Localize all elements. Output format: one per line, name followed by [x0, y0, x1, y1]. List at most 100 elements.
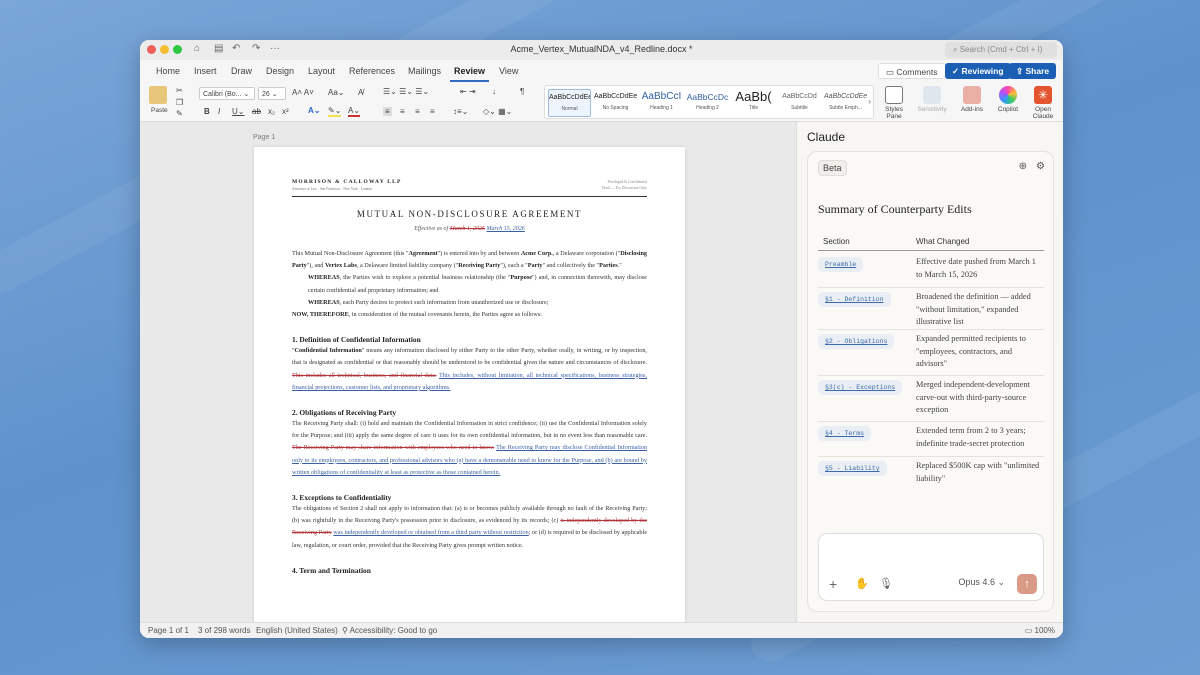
sensitivity-button[interactable]: Sensitivity [915, 86, 949, 113]
page-count[interactable]: Page 1 of 1 [148, 626, 189, 636]
style-title[interactable]: AaBb(Title [732, 89, 775, 117]
document-page[interactable]: MORRISON & CALLOWAY LLP Attorneys at Law… [254, 147, 685, 622]
bold-button[interactable]: B [204, 107, 210, 116]
line-spacing-icon[interactable]: ↕≡⌄ [453, 107, 468, 116]
send-button[interactable]: ↑ [1017, 574, 1037, 594]
zoom-value: 100% [1034, 626, 1055, 635]
tab-home[interactable]: Home [156, 66, 180, 76]
tab-layout[interactable]: Layout [308, 66, 335, 76]
bold-text: Vertex Labs [324, 262, 357, 270]
battery-icon: ▭ [1024, 626, 1035, 635]
paragraph: WHEREAS, each Party desires to protect s… [292, 297, 647, 309]
grow-font-icon[interactable]: A˄ A˅ [292, 88, 314, 97]
style-name: Subtle Emph... [829, 105, 862, 111]
section-link[interactable]: §5 - Liability [818, 461, 887, 476]
style-normal[interactable]: AaBbCcDdEe Normal [548, 89, 591, 117]
italic-button[interactable]: I [218, 107, 220, 116]
tab-review[interactable]: Review [449, 66, 490, 82]
document-area[interactable]: Page 1 MORRISON & CALLOWAY LLP Attorneys… [140, 122, 796, 622]
text-run: " and collectively the " [542, 262, 600, 270]
tab-mailings[interactable]: Mailings [408, 66, 441, 76]
superscript-button[interactable]: x² [282, 107, 289, 116]
microphone-icon[interactable]: 🎙 [879, 577, 893, 590]
align-left-icon[interactable]: ≡ [383, 107, 392, 116]
style-no-spacing[interactable]: AaBbCcDdEe No Spacing [594, 89, 637, 117]
style-subtle-emphasis[interactable]: AaBbCcDdEe Subtle Emph... [824, 89, 867, 117]
tab-design[interactable]: Design [266, 66, 294, 76]
word-window: ⌂ ▤ ↶ ↷ ··· Acme_Vertex_MutualNDA_v4_Red… [140, 40, 1063, 638]
accessibility-status[interactable]: ⚲ Accessibility: Good to go [342, 626, 437, 636]
bold-text: Acme Corp. [520, 250, 553, 257]
deleted-text: This includes all technical, business, a… [292, 371, 437, 379]
sort-icon[interactable]: ↓ [492, 87, 496, 96]
font-select[interactable]: Calibri (Bo... ⌄ [199, 87, 255, 100]
tab-references[interactable]: References [349, 66, 395, 76]
styles-pane-button[interactable]: Styles Pane [877, 86, 911, 120]
zoom-level[interactable]: ▭ 100% [1025, 626, 1055, 636]
paste-icon[interactable] [149, 86, 167, 104]
pilcrow-icon[interactable]: ¶ [520, 87, 524, 96]
copy-icon[interactable]: ❐ [176, 98, 183, 107]
header-divider [818, 250, 1044, 251]
paste-label[interactable]: Paste [151, 107, 168, 114]
font-size-select[interactable]: 26 ⌄ [258, 87, 286, 100]
language[interactable]: English (United States) [256, 626, 338, 636]
section-link[interactable]: §4 - Terms [818, 426, 872, 441]
share-button[interactable]: ⇪ Share [1009, 63, 1057, 79]
section-link[interactable]: §2 - Obligations [818, 334, 895, 349]
font-color-icon[interactable]: A⌄ [348, 106, 361, 117]
subscript-button[interactable]: x₂ [268, 107, 275, 116]
paragraph: The Receiving Party shall: (i) hold and … [292, 418, 647, 479]
section-link[interactable]: §3(c) - Exceptions [818, 380, 903, 395]
section-link[interactable]: §1 - Definition [818, 292, 891, 307]
style-heading-2[interactable]: AaBbCcDc Heading 2 [686, 89, 729, 117]
plus-icon[interactable]: + [829, 576, 837, 592]
text-run: The Receiving Party shall: (i) hold and … [292, 420, 647, 440]
align-center-icon[interactable]: ≡ [400, 107, 405, 116]
bullets-icon[interactable]: ☰⌄ ☰⌄ ☰⌄ [383, 87, 429, 96]
draft-note: Draft — For Discussion Only [601, 186, 647, 190]
strikethrough-button[interactable]: ab [252, 107, 261, 116]
reviewing-button[interactable]: ✓ Reviewing [945, 63, 1011, 79]
new-chat-icon[interactable]: ⊕ [1019, 161, 1027, 172]
cut-icon[interactable]: ✂ [176, 86, 183, 95]
text-run: 1. Definition of Confidential Informatio… [292, 335, 421, 345]
highlight-icon[interactable]: ✎⌄ [328, 106, 342, 117]
model-selector[interactable]: Opus 4.6 ⌄ [958, 577, 1005, 588]
tab-draw[interactable]: Draw [231, 66, 252, 76]
styles-more-icon[interactable]: › [868, 97, 871, 106]
text-effects-icon[interactable]: A⌄ [308, 106, 320, 115]
effective-date: Effective as of March 1, 2026 March 15, … [292, 226, 647, 232]
underline-button[interactable]: U⌄ [232, 107, 244, 116]
indent-icons[interactable]: ⇤ ⇥ [460, 87, 476, 96]
word-count[interactable]: 3 of 298 words [198, 626, 250, 636]
gear-icon[interactable]: ⚙ [1036, 161, 1045, 172]
hand-icon[interactable]: ✋ [855, 577, 869, 590]
format-painter-icon[interactable]: ✎ [176, 109, 183, 118]
search-input[interactable]: ⌕ Search (Cmd + Ctrl + I) [945, 42, 1057, 58]
tab-insert[interactable]: Insert [194, 66, 217, 76]
justify-icon[interactable]: ≡ [430, 107, 435, 116]
add-ins-button[interactable]: Add-ins [955, 86, 989, 113]
open-claude-label: Open Claude [1032, 106, 1054, 120]
change-case-icon[interactable]: Aa⌄ [328, 88, 345, 97]
summary-row: Preamble Effective date pushed from March… [818, 253, 1044, 288]
clear-format-icon[interactable]: A̸ [358, 88, 363, 97]
open-claude-button[interactable]: ✳ Open Claude [1026, 86, 1060, 120]
style-heading-1[interactable]: AaBbCcI Heading 1 [640, 89, 683, 117]
text-run: , a Delaware limited liability company (… [356, 262, 459, 270]
tab-view[interactable]: View [499, 66, 518, 76]
section-link[interactable]: Preamble [818, 257, 864, 272]
effective-prefix: Effective as of [414, 226, 450, 232]
align-right-icon[interactable]: ≡ [415, 107, 420, 116]
shading-icon[interactable]: ◇⌄ ▦⌄ [483, 107, 512, 116]
copilot-button[interactable]: Copilot [991, 86, 1025, 113]
style-preview: AaBbCcDdEe [549, 94, 590, 101]
comments-button[interactable]: ▭ Comments [878, 63, 946, 79]
bold-text: Purpose [510, 274, 532, 282]
style-name: Title [748, 105, 759, 111]
inserted-text: was independently developed or obtained … [333, 529, 529, 537]
style-subtitle[interactable]: AaBbCcDd Subtitle [778, 89, 821, 117]
share-label: Share [1025, 66, 1050, 76]
chat-input[interactable]: + ✋ 🎙 Opus 4.6 ⌄ ↑ [818, 533, 1044, 601]
